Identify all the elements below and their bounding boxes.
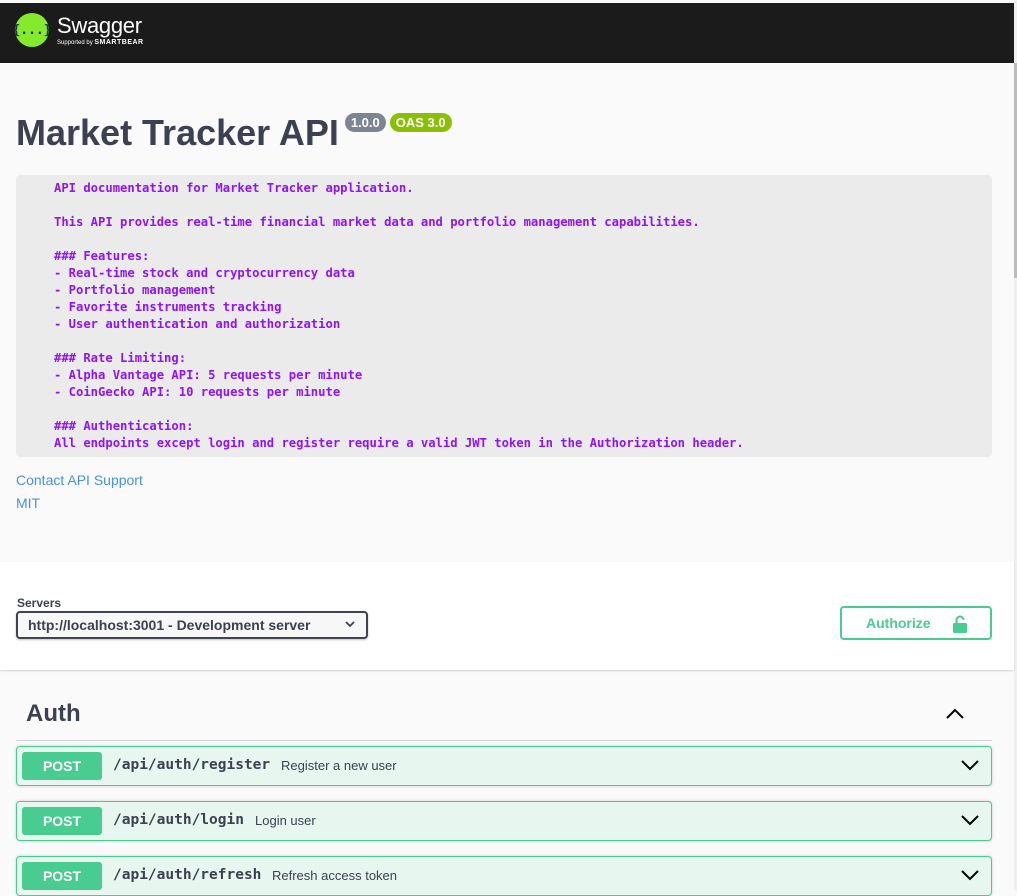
- servers-selected-value: http://localhost:3001 - Development serv…: [28, 617, 311, 633]
- logo-subtitle: Supported by SMARTBEAR: [57, 38, 144, 46]
- servers-select[interactable]: http://localhost:3001 - Development serv…: [16, 611, 368, 639]
- oas-badge: OAS 3.0: [389, 113, 452, 132]
- tag-title-auth[interactable]: Auth: [26, 700, 81, 728]
- authorize-button[interactable]: Authorize: [840, 606, 992, 640]
- version-badge: 1.0.0: [344, 113, 386, 132]
- method-badge: POST: [22, 752, 102, 780]
- operation-summary: Register a new user: [281, 758, 397, 773]
- authorize-label: Authorize: [866, 615, 931, 631]
- license-link[interactable]: MIT: [16, 495, 40, 511]
- api-description: API documentation for Market Tracker app…: [16, 175, 992, 457]
- logo-name: Swagger: [57, 12, 142, 38]
- tag-divider: [16, 740, 992, 741]
- operation-path: /api/auth/login: [113, 812, 244, 828]
- scheme-container: Servers http://localhost:3001 - Developm…: [0, 562, 1014, 670]
- operation-row[interactable]: POST /api/auth/refresh Refresh access to…: [16, 856, 992, 896]
- chevron-down-icon[interactable]: [960, 812, 980, 833]
- chevron-down-icon[interactable]: [960, 867, 980, 888]
- operation-summary: Login user: [255, 813, 316, 828]
- servers-label: Servers: [17, 596, 62, 610]
- swagger-logo[interactable]: {...} Swagger Supported by SMARTBEAR: [12, 12, 144, 47]
- lock-open-icon: [952, 615, 968, 636]
- operation-row[interactable]: POST /api/auth/register Register a new u…: [16, 746, 992, 786]
- chevron-down-icon: [344, 615, 356, 636]
- operation-path: /api/auth/register: [113, 757, 271, 773]
- operation-row[interactable]: POST /api/auth/login Login user: [16, 801, 992, 841]
- page-title: Market Tracker API: [16, 112, 339, 153]
- contact-link[interactable]: Contact API Support: [16, 472, 143, 488]
- method-badge: POST: [22, 862, 102, 890]
- chevron-up-icon[interactable]: [944, 703, 966, 730]
- top-bar: {...} Swagger Supported by SMARTBEAR: [0, 3, 1014, 63]
- swagger-logo-icon: {...}: [12, 13, 52, 47]
- api-title-row: Market Tracker API 1.0.0 OAS 3.0: [16, 110, 452, 156]
- operation-path: /api/auth/refresh: [113, 867, 262, 883]
- method-badge: POST: [22, 807, 102, 835]
- chevron-down-icon[interactable]: [960, 757, 980, 778]
- operation-summary: Refresh access token: [272, 868, 398, 883]
